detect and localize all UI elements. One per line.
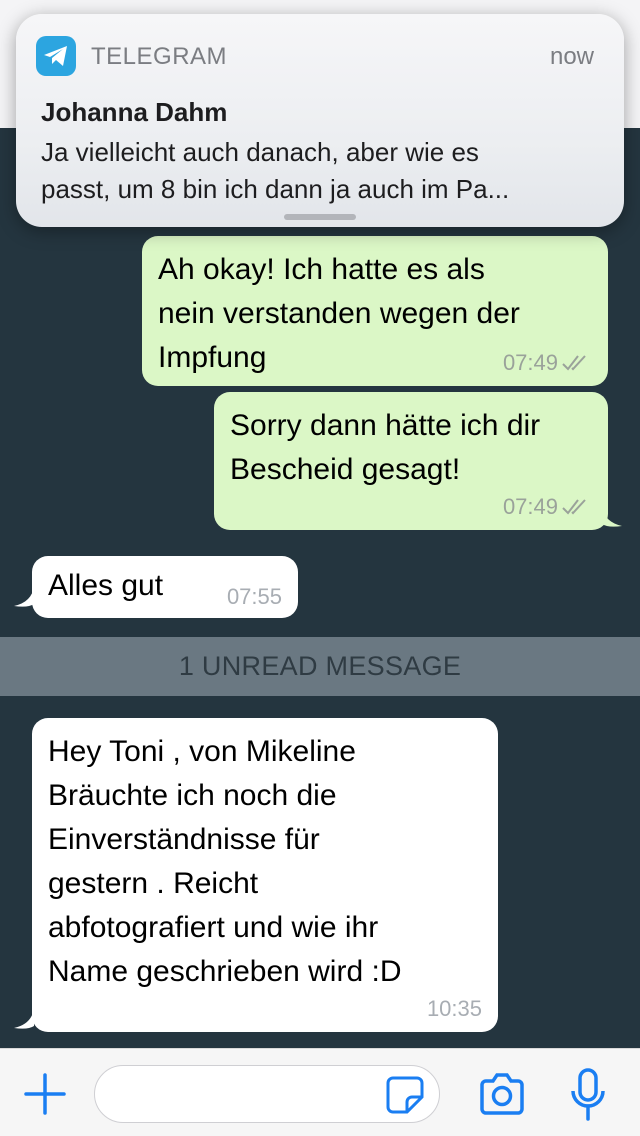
sticker-icon[interactable] [385,1075,425,1115]
message-time: 07:55 [226,584,282,609]
notification-time: now [549,43,594,70]
notification-app-name: TELEGRAM [91,43,228,70]
notification-banner[interactable]: TELEGRAM now Johanna Dahm Ja vielleicht … [16,14,624,227]
message-line: Hey Toni , von Mikeline [48,735,356,768]
double-check-icon [562,355,586,371]
message-time: 07:49 [502,494,558,519]
message-line: Bescheid gesagt! [230,453,461,486]
message-line: abfotografiert und wie ihr [48,911,379,944]
bubble-tail [14,586,34,607]
unread-messages-divider: 1 UNREAD MESSAGE [0,637,640,696]
message-line: Bräuchte ich noch die [48,779,337,812]
notification-sender: Johanna Dahm [41,97,228,127]
message-meta: 07:55 [227,584,282,610]
message-line: nein verstanden wegen der [158,297,520,330]
message-line: Alles gut [48,569,164,602]
outgoing-message[interactable]: Ah okay! Ich hatte es als nein verstande… [142,236,608,386]
unread-divider-label: 1 UNREAD MESSAGE [178,651,462,681]
telegram-icon [36,36,76,76]
camera-icon[interactable] [478,1071,526,1117]
message-text: Sorry dann hätte ich dir Bescheid gesagt… [230,404,540,492]
message-line: Ah okay! Ich hatte es als [158,253,485,286]
incoming-message[interactable]: Hey Toni , von Mikeline Bräuchte ich noc… [32,718,498,1032]
message-meta: 07:49 [503,494,592,520]
message-line: Impfung [158,341,267,374]
notification-drag-handle[interactable] [284,214,356,220]
message-input-bar [0,1048,640,1136]
message-line: Sorry dann hätte ich dir [230,409,541,442]
outgoing-message[interactable]: Sorry dann hätte ich dir Bescheid gesagt… [214,392,608,530]
message-time: 07:49 [502,350,558,375]
message-line: Einverständnisse für [48,823,320,856]
incoming-message[interactable]: Alles gut 07:55 [32,556,298,618]
bubble-tail [602,506,622,527]
message-time: 10:35 [426,996,482,1021]
notification-body: Ja vielleicht auch danach, aber wie es p… [41,134,601,208]
message-text: Ah okay! Ich hatte es als nein verstande… [158,248,520,380]
notification-line: passt, um 8 bin ich dann ja auch im Pa..… [41,174,510,204]
plus-icon[interactable] [22,1071,68,1117]
message-meta: 10:35 [427,996,482,1022]
message-text: Alles gut [48,564,163,608]
message-text: Hey Toni , von Mikeline Bräuchte ich noc… [48,730,401,994]
microphone-icon[interactable] [568,1067,608,1123]
notification-line: Ja vielleicht auch danach, aber wie es [41,137,479,167]
message-line: gestern . Reicht [48,867,259,900]
double-check-icon [562,499,586,515]
bubble-tail [14,1008,34,1029]
message-line: Name geschrieben wird :D [48,955,402,988]
message-meta: 07:49 [503,350,592,376]
